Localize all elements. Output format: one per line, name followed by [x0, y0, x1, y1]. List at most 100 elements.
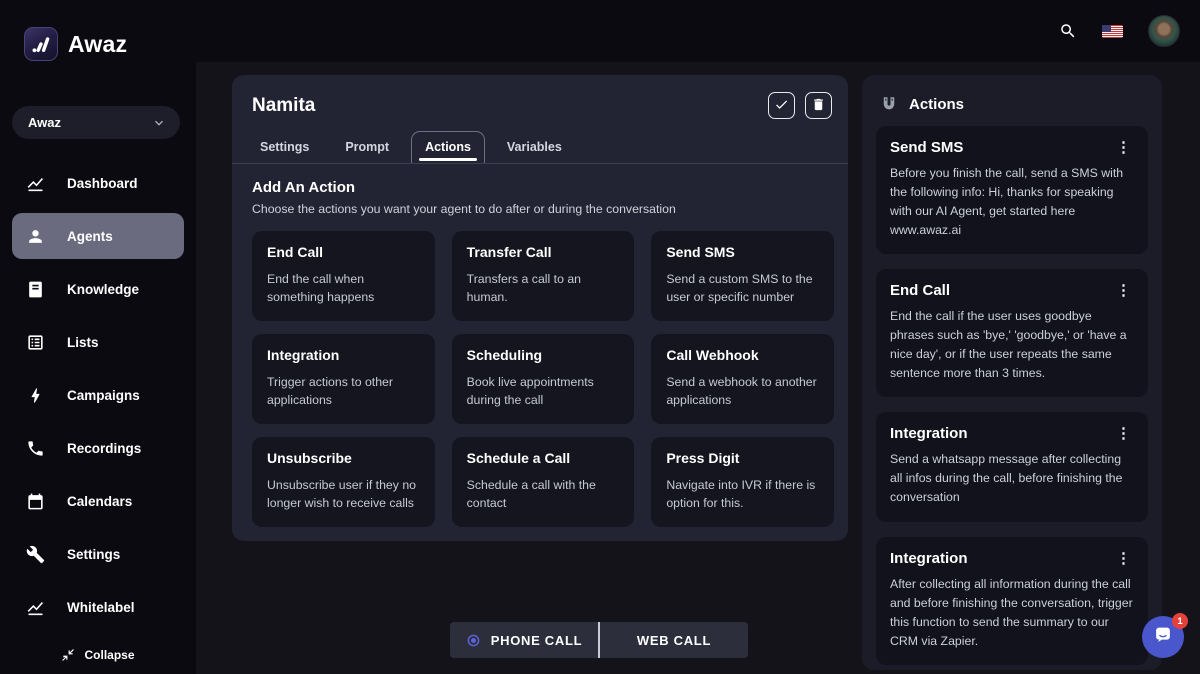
dashboard-icon — [26, 174, 45, 193]
configured-action-title: Integration — [890, 425, 968, 442]
call-mode-phone-call[interactable]: PHONE CALL — [450, 622, 598, 658]
language-flag-icon[interactable] — [1102, 25, 1123, 38]
tab-settings[interactable]: Settings — [246, 131, 323, 163]
sidebar-item-label: Dashboard — [67, 176, 138, 191]
sidebar-item-label: Campaigns — [67, 388, 140, 403]
configured-action-card-integration-2[interactable]: Integration ⋮ Send a whatsapp message afte… — [876, 412, 1148, 521]
workspace-dropdown[interactable]: Awaz — [12, 106, 180, 139]
action-card-integration[interactable]: Integration Trigger actions to other appl… — [252, 334, 435, 424]
configured-action-description: End the call if the user uses goodbye ph… — [890, 307, 1134, 383]
sidebar-item-campaigns[interactable]: Campaigns — [12, 372, 184, 418]
collapse-button[interactable]: Collapse — [0, 642, 196, 668]
action-card-send-sms[interactable]: Send SMSSend a custom SMS to the user or… — [651, 231, 834, 321]
call-mode-web-call[interactable]: WEB CALL — [598, 622, 748, 658]
action-card-schedule-a-call[interactable]: Schedule a Call Schedule a call with the … — [452, 437, 635, 527]
sidebar-item-label: Whitelabel — [67, 600, 135, 615]
actions-panel-title: Actions — [909, 96, 964, 113]
configured-action-card-header: Integration ⋮ — [890, 550, 1134, 567]
sidebar-item-dashboard[interactable]: Dashboard — [12, 160, 184, 206]
confirm-button[interactable] — [768, 92, 795, 119]
app-root: Awaz Awaz Dashboard Agents Knowledge Lists C… — [0, 0, 1200, 674]
action-card-unsubscribe[interactable]: UnsubscribeUnsubscribe user if they no l… — [252, 437, 435, 527]
magnet-icon — [880, 95, 898, 113]
sidebar-item-whitelabel[interactable]: Whitelabel — [12, 584, 184, 630]
chat-bubble-icon — [1152, 624, 1174, 651]
agent-tabs: SettingsPromptActionsVariables — [232, 131, 848, 164]
sidebar-item-label: Agents — [67, 229, 113, 244]
chat-widget-button[interactable]: 1 — [1142, 616, 1184, 658]
actions-panel-header: Actions — [876, 88, 1148, 126]
tab-prompt[interactable]: Prompt — [331, 131, 403, 163]
sidebar-item-recordings[interactable]: Recordings — [12, 425, 184, 471]
call-mode-toggle: PHONE CALL WEB CALL — [450, 622, 748, 658]
sidebar-item-label: Knowledge — [67, 282, 139, 297]
action-card-title: Schedule a Call — [467, 450, 620, 466]
call-mode-label: PHONE CALL — [491, 633, 583, 648]
kebab-menu-icon[interactable]: ⋮ — [1113, 282, 1134, 299]
action-card-end-call[interactable]: End CallEnd the call when something happ… — [252, 231, 435, 321]
add-action-section: Add An Action Choose the actions you wan… — [232, 164, 848, 216]
action-card-title: Press Digit — [666, 450, 819, 466]
configured-action-description: Send a whatsapp message after collecting… — [890, 450, 1134, 507]
action-card-title: Transfer Call — [467, 244, 620, 260]
sidebar-item-knowledge[interactable]: Knowledge — [12, 266, 184, 312]
agents-icon — [26, 227, 45, 246]
configured-action-card-integration-3[interactable]: Integration ⋮ After collecting all informa… — [876, 537, 1148, 665]
search-icon[interactable] — [1059, 22, 1077, 40]
brand-name: Awaz — [68, 31, 127, 58]
action-grid: End CallEnd the call when something happ… — [252, 231, 834, 527]
action-card-description: Send a custom SMS to the user or specifi… — [666, 270, 819, 307]
action-card-transfer-call[interactable]: Transfer Call Transfers a call to an huma… — [452, 231, 635, 321]
actions-side-panel: Actions Send SMS ⋮ Before you finish the c… — [862, 75, 1162, 670]
action-card-press-digit[interactable]: Press Digit Navigate into IVR if there is… — [651, 437, 834, 527]
kebab-menu-icon[interactable]: ⋮ — [1113, 550, 1134, 567]
action-card-title: Scheduling — [467, 347, 620, 363]
chevron-down-icon — [151, 115, 167, 131]
action-card-description: Send a webhook to another applications — [666, 373, 819, 410]
sidebar: Awaz Awaz Dashboard Agents Knowledge Lists C… — [0, 0, 196, 674]
action-card-description: Transfers a call to an human. — [467, 270, 620, 307]
configured-action-card-send-sms-0[interactable]: Send SMS ⋮ Before you finish the call, sen… — [876, 126, 1148, 254]
configured-action-title: Integration — [890, 550, 968, 567]
configured-action-title: Send SMS — [890, 139, 963, 156]
agent-panel: Namita SettingsPromptActionsVariables Ad… — [232, 75, 848, 541]
configured-action-card-header: Integration ⋮ — [890, 425, 1134, 442]
action-card-title: Call Webhook — [666, 347, 819, 363]
radio-selected-icon — [466, 633, 481, 648]
logo-home-link[interactable]: Awaz — [24, 27, 127, 61]
chat-notification-badge: 1 — [1172, 613, 1188, 629]
section-title: Add An Action — [252, 179, 828, 196]
collapse-icon — [61, 648, 75, 662]
knowledge-icon — [26, 280, 45, 299]
sidebar-item-lists[interactable]: Lists — [12, 319, 184, 365]
agent-name: Namita — [252, 95, 315, 117]
configured-action-description: After collecting all information during … — [890, 575, 1134, 651]
action-card-title: Integration — [267, 347, 420, 363]
sidebar-item-calendars[interactable]: Calendars — [12, 478, 184, 524]
topbar — [196, 0, 1200, 62]
action-card-call-webhook[interactable]: Call Webhook Send a webhook to another ap… — [651, 334, 834, 424]
kebab-menu-icon[interactable]: ⋮ — [1113, 425, 1134, 442]
campaigns-icon — [26, 386, 45, 405]
action-card-description: Unsubscribe user if they no longer wish … — [267, 476, 420, 513]
section-subtitle: Choose the actions you want your agent t… — [252, 202, 828, 216]
action-card-description: Schedule a call with the contact — [467, 476, 620, 513]
tab-variables[interactable]: Variables — [493, 131, 576, 163]
sidebar-item-agents[interactable]: Agents — [12, 213, 184, 259]
delete-button[interactable] — [805, 92, 832, 119]
configured-action-description: Before you finish the call, send a SMS w… — [890, 164, 1134, 240]
action-card-description: Trigger actions to other applications — [267, 373, 420, 410]
kebab-menu-icon[interactable]: ⋮ — [1113, 139, 1134, 156]
settings-icon — [26, 545, 45, 564]
sidebar-item-settings[interactable]: Settings — [12, 531, 184, 577]
configured-action-card-end-call-1[interactable]: End Call⋮End the call if the user uses g… — [876, 269, 1148, 397]
tab-actions[interactable]: Actions — [411, 131, 485, 163]
action-card-description: Navigate into IVR if there is option for… — [666, 476, 819, 513]
action-card-scheduling[interactable]: Scheduling Book live appointments during … — [452, 334, 635, 424]
calendars-icon — [26, 492, 45, 511]
check-icon — [774, 97, 789, 115]
agent-panel-header: Namita — [232, 75, 848, 127]
user-avatar[interactable] — [1148, 15, 1180, 47]
recordings-icon — [26, 439, 45, 458]
action-card-description: Book live appointments during the call — [467, 373, 620, 410]
